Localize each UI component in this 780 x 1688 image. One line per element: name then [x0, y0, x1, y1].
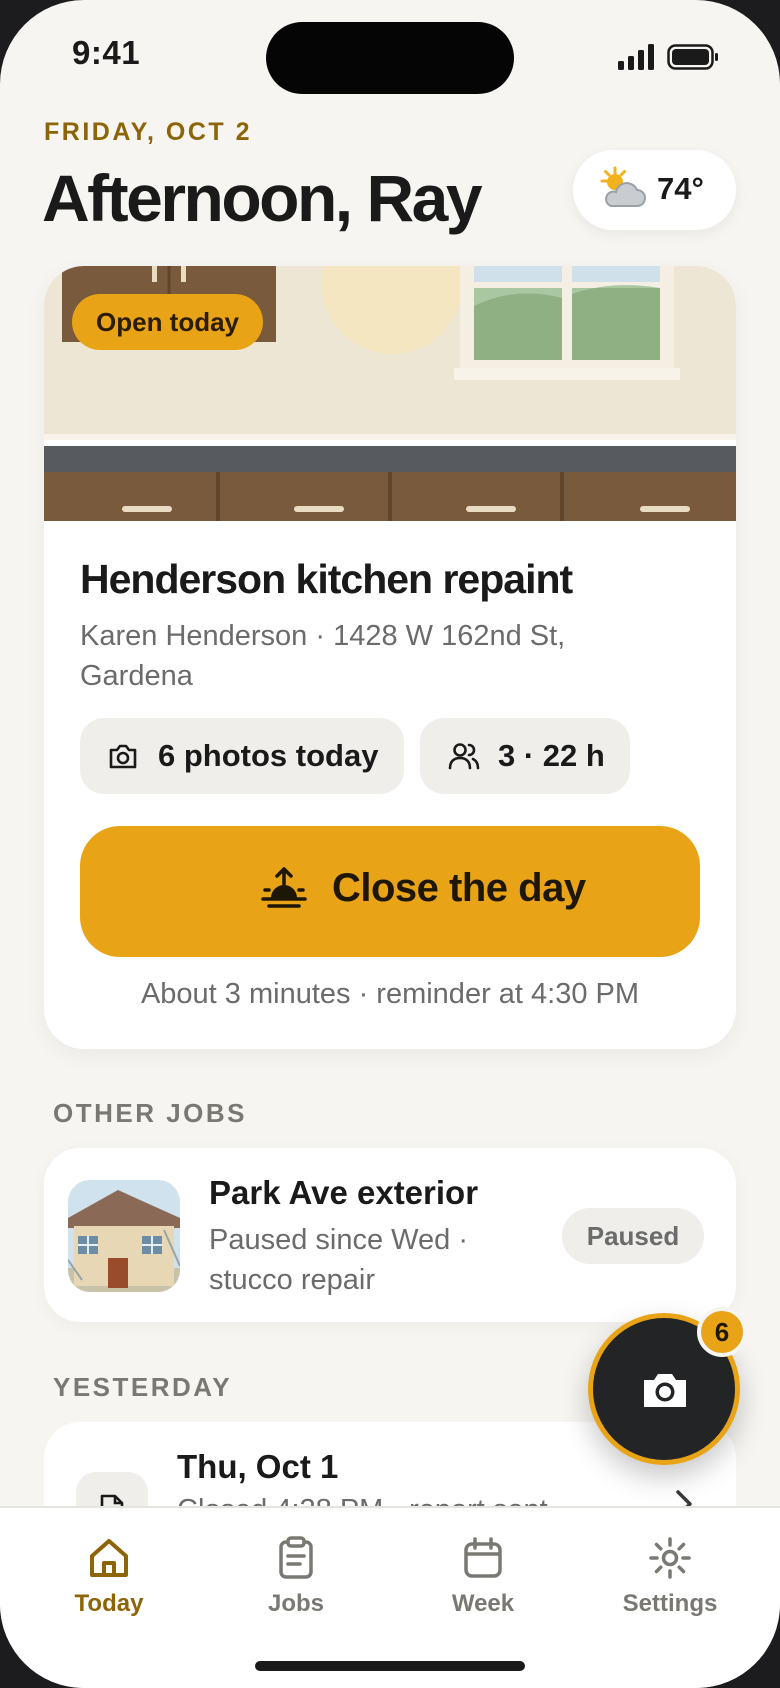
other-job-title: Park Ave exterior	[209, 1174, 479, 1211]
yesterday-title: Thu, Oct 1	[177, 1448, 339, 1485]
tab-label: Today	[74, 1590, 144, 1617]
weather-temperature: 74°	[657, 171, 704, 206]
job-title: Henderson kitchen repaint	[80, 556, 573, 602]
tab-today[interactable]: Today	[29, 1536, 189, 1636]
status-badge: Open today	[72, 294, 264, 350]
calendar-icon	[464, 1537, 502, 1578]
date-label: FRIDAY, OCT 2	[44, 118, 253, 146]
photo-count-badge: 6	[697, 1307, 747, 1357]
photos-chip-label: 6 photos today	[158, 738, 379, 773]
house-thumbnail	[68, 1180, 180, 1292]
home-icon	[90, 1539, 128, 1577]
tab-settings[interactable]: Settings	[590, 1536, 750, 1636]
home-indicator	[255, 1661, 525, 1671]
cellular-signal-icon	[618, 44, 654, 70]
tab-label: Jobs	[267, 1590, 324, 1617]
tab-label: Week	[451, 1590, 515, 1617]
partly-cloudy-icon	[600, 166, 646, 207]
dynamic-island	[266, 22, 514, 94]
paused-badge: Paused	[562, 1208, 704, 1264]
yesterday-heading: YESTERDAY	[53, 1372, 233, 1402]
greeting-title: Afternoon, Ray	[42, 161, 483, 235]
current-job-card[interactable]: Open today Henderson kitchen repaint Kar…	[44, 266, 736, 1049]
battery-icon	[667, 44, 718, 70]
status-time: 9:41	[72, 34, 141, 71]
tab-jobs[interactable]: Jobs	[216, 1536, 376, 1636]
people-icon	[448, 743, 480, 770]
close-day-label: Close the day	[332, 866, 586, 910]
tab-week[interactable]: Week	[403, 1536, 563, 1636]
phone-screen: 9:41 FRIDAY, OCT 2 Afternoon, Ray 74° Op…	[0, 0, 780, 1688]
camera-icon	[109, 744, 137, 769]
crew-hours-label: 3 · 22 h	[498, 738, 605, 773]
other-jobs-heading: OTHER JOBS	[53, 1098, 248, 1128]
photos-chip[interactable]: 6 photos today	[80, 718, 404, 794]
weather-pill[interactable]: 74°	[573, 150, 736, 230]
sunset-icon	[261, 867, 307, 908]
camera-icon	[644, 1374, 686, 1407]
clipboard-icon	[279, 1536, 313, 1579]
tab-label: Settings	[622, 1590, 718, 1617]
gear-icon	[649, 1537, 691, 1579]
other-job-subtitle: Paused since Wed · stucco repair	[209, 1224, 468, 1296]
close-day-hint: About 3 minutes · reminder at 4:30 PM	[140, 978, 640, 1010]
list-item[interactable]: Park Ave exterior Paused since Wed · stu…	[44, 1148, 736, 1322]
close-day-button[interactable]: Close the day	[80, 826, 700, 957]
job-subtitle: Karen Henderson · 1428 W 162nd St, Garde…	[80, 620, 566, 692]
crew-hours-chip[interactable]: 3 · 22 h	[420, 718, 630, 794]
